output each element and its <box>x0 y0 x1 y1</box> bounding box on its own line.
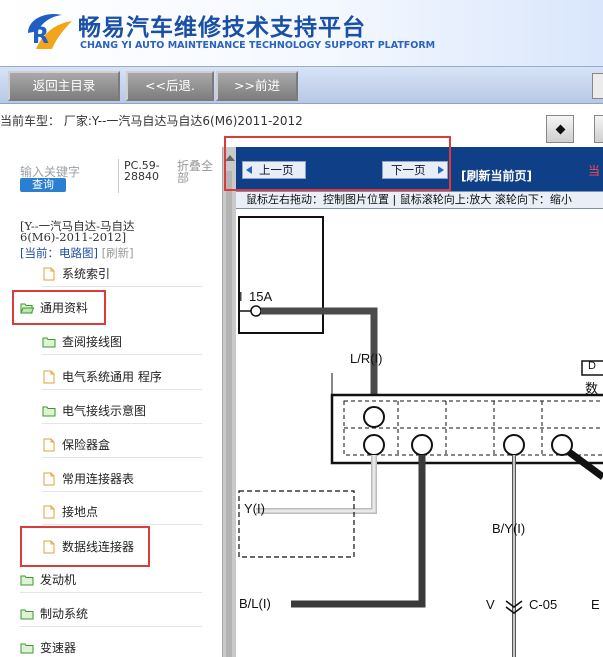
collapse-all-link[interactable]: 折叠全部 <box>177 160 219 184</box>
tree-item-label: 制动系统 <box>40 607 89 621</box>
back-button[interactable]: <<后退. <box>126 71 214 101</box>
tree-item-label: 变速器 <box>40 641 77 655</box>
divider <box>42 457 202 458</box>
wire-label-bl: B/L(I) <box>239 596 271 611</box>
scrollbar[interactable] <box>226 171 232 657</box>
divider <box>42 423 202 424</box>
number-label: 数 <box>585 381 599 396</box>
tree-item-label: 发动机 <box>40 573 77 587</box>
forward-button[interactable]: >>前进 <box>216 71 298 101</box>
view-option-button[interactable] <box>594 115 603 143</box>
highlight-general-info <box>12 290 106 325</box>
divider <box>42 354 202 355</box>
v-label: V <box>486 597 495 612</box>
left-panel: 输入关键字 查询 PC.59-28840 折叠全部 [Y--一汽马自达-马自达6… <box>0 147 222 657</box>
e-label: E <box>591 597 600 612</box>
highlight-page-buttons <box>224 136 451 191</box>
truncated-label: 当 <box>588 164 601 178</box>
page-icon <box>43 505 55 519</box>
tree-item-label: 保险器盒 <box>62 438 111 452</box>
fuse-rating-label: 15A <box>249 289 273 304</box>
current-label: [当前：电路图] <box>20 246 98 260</box>
divider <box>20 626 202 627</box>
divider <box>42 286 202 287</box>
page-icon <box>43 370 55 384</box>
page-icon <box>43 438 55 452</box>
tree-item-label: 系统索引 <box>62 267 111 281</box>
current-location: [当前：电路图] [刷新] <box>20 245 134 261</box>
refresh-link[interactable]: [刷新] <box>102 246 134 260</box>
divider <box>42 524 202 525</box>
tree-item-label: 常用连接器表 <box>62 472 135 486</box>
brand-subtitle: CHANG YI AUTO MAINTENANCE TECHNOLOGY SUP… <box>80 40 436 51</box>
tree-item-label: 接地点 <box>62 505 99 519</box>
home-button[interactable]: 返回主目录 <box>8 71 120 101</box>
folder-icon <box>20 575 34 586</box>
toolbar: 返回主目录 <<后退. >>前进 <box>0 66 603 104</box>
mouse-hint: 鼠标左右拖动：控制图片位置 | 鼠标滚轮向上:放大 滚轮向下：缩小 <box>236 191 603 209</box>
divider <box>118 159 119 193</box>
connector-label-c05: C-05 <box>529 597 558 612</box>
current-model: 当前车型： 厂家:Y--一汽马自达马自达6(M6)2011-2012 <box>0 114 303 128</box>
current-vehicle: [Y--一汽马自达-马自达6(M6)-2011-2012] <box>20 219 135 244</box>
divider <box>42 389 202 390</box>
brand-title: 畅易汽车维修技术支持平台 <box>78 15 366 41</box>
tree-item-label: 查阅接线图 <box>62 335 123 349</box>
refresh-page-button[interactable]: [刷新当前页] <box>461 167 532 184</box>
panel-splitter[interactable] <box>222 147 236 657</box>
folder-icon <box>20 643 34 654</box>
fuse-prefix-label: I <box>239 289 243 304</box>
pc-code: PC.59-28840 <box>124 159 160 183</box>
tree-item-label: 电气接线示意图 <box>62 404 147 418</box>
svg-text:R: R <box>32 24 49 49</box>
divider <box>42 491 202 492</box>
d-label: D <box>588 360 596 372</box>
wire-label-lr: L/R(I) <box>350 351 383 366</box>
toolbar-extra-button[interactable] <box>592 73 603 99</box>
highlight-data-link-connector <box>20 526 150 567</box>
folder-icon <box>42 406 56 417</box>
diagram-viewer: 上一页 下一页 [刷新当前页] 当 鼠标左右拖动：控制图片位置 | 鼠标滚轮向上… <box>236 147 603 657</box>
tree-item-label: 电气系统通用 程序 <box>62 370 162 384</box>
folder-icon <box>20 609 34 620</box>
folder-icon <box>42 337 56 348</box>
fit-view-button[interactable] <box>546 115 574 143</box>
query-button[interactable]: 查询 <box>20 178 66 192</box>
app-header: R 畅易汽车维修技术支持平台 CHANG YI AUTO MAINTENANCE… <box>0 0 603 66</box>
wire-label-by: B/Y(I) <box>492 521 526 536</box>
page-icon <box>43 472 55 486</box>
wiring-diagram[interactable]: I 15A L/R(I) Y(I) B/Y(I) B/L(I) V C-05 E… <box>236 209 603 657</box>
divider <box>20 592 202 593</box>
wire-label-y: Y(I) <box>244 501 265 516</box>
page-icon <box>43 267 55 281</box>
wiring-diagram-svg <box>238 216 603 657</box>
diamond-icon <box>555 124 566 135</box>
logo-icon: R <box>28 13 72 49</box>
